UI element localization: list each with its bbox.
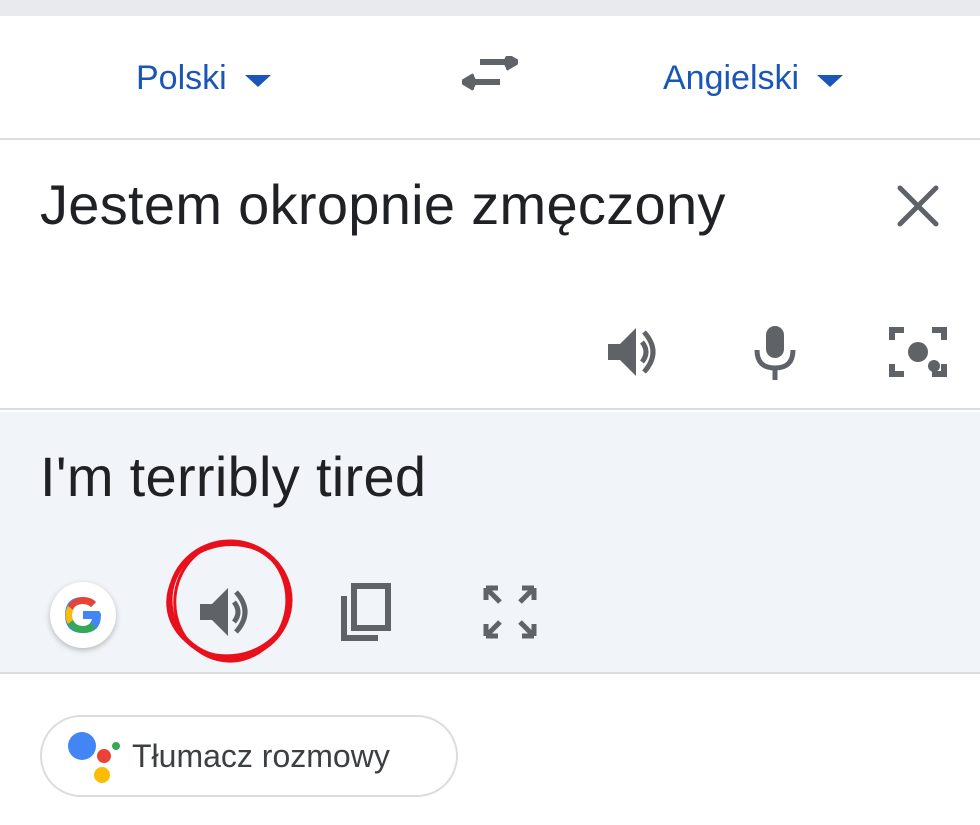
conversation-mode-label: Tłumacz rozmowy (132, 737, 390, 774)
close-icon[interactable] (890, 178, 946, 234)
translated-text: I'm terribly tired (40, 445, 427, 508)
conversation-mode-button[interactable]: Tłumacz rozmowy (40, 715, 458, 797)
result-panel: I'm terribly tired (0, 412, 980, 674)
swap-arrows-icon[interactable] (462, 56, 518, 100)
chevron-down-icon (817, 75, 844, 87)
source-language-selector[interactable]: Polski (136, 16, 271, 140)
language-bar: Polski Angielski (0, 16, 980, 140)
status-strip (0, 0, 980, 16)
target-language-selector[interactable]: Angielski (663, 16, 844, 140)
speaker-icon[interactable] (604, 322, 664, 382)
camera-icon[interactable] (888, 322, 948, 382)
copy-icon[interactable] (336, 582, 396, 642)
google-g-glyph (65, 597, 101, 633)
speaker-icon[interactable] (196, 582, 256, 642)
google-assistant-icon (68, 732, 120, 783)
source-panel: Jestem okropnie zmęczony (0, 142, 980, 410)
fullscreen-icon[interactable] (480, 582, 540, 642)
microphone-icon[interactable] (745, 322, 805, 382)
target-language-label: Angielski (663, 58, 800, 97)
source-text-input[interactable]: Jestem okropnie zmęczony (40, 172, 726, 237)
google-logo-icon[interactable] (50, 582, 116, 648)
chevron-down-icon (244, 75, 271, 87)
source-language-label: Polski (136, 58, 227, 97)
